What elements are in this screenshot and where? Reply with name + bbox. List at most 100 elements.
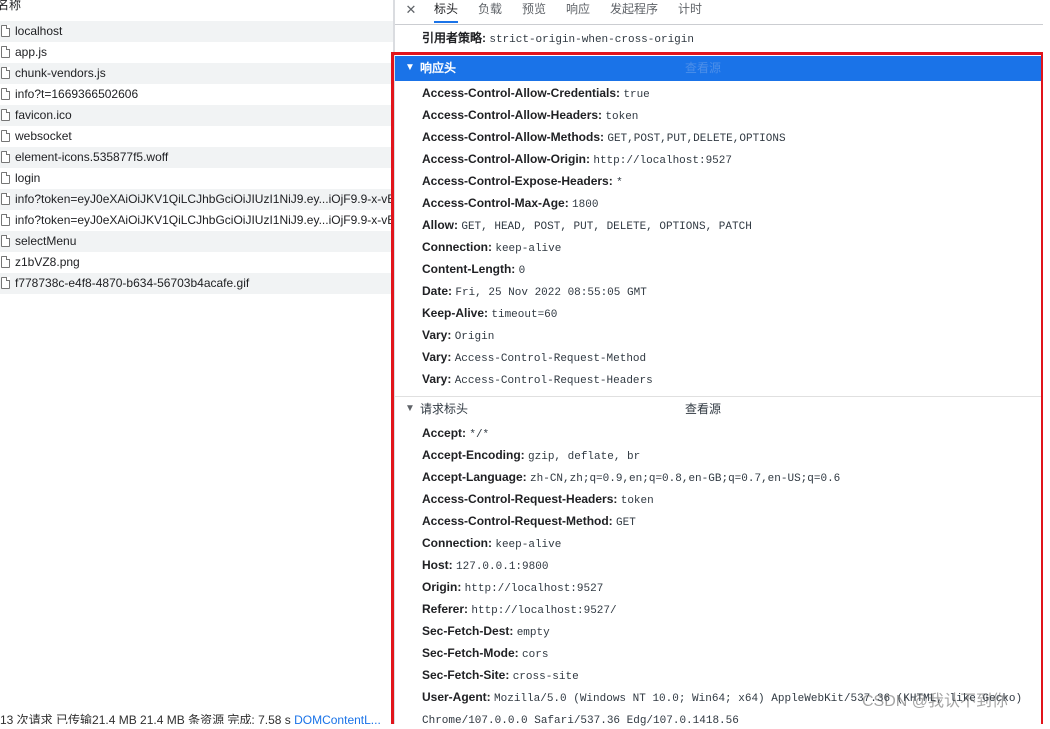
request-row[interactable]: favicon.ico [0,105,393,126]
header-value: cross-site [512,671,579,683]
response-headers-title: 响应头 [420,61,457,75]
header-row: Accept: */* [422,425,489,443]
request-row[interactable]: login [0,168,393,189]
tab-payload[interactable]: 负载 [478,1,502,23]
watermark: CSDN @我认不到你 [862,693,1009,710]
file-icon [1,214,10,226]
file-icon [1,109,10,121]
header-key: Accept-Encoding: [422,448,525,462]
tab-timing[interactable]: 计时 [678,1,702,23]
header-row: Referer: http://localhost:9527/ [422,601,617,619]
view-source-link[interactable]: 查看源 [685,402,721,417]
header-row: Accept-Encoding: gzip, deflate, br [422,447,640,465]
header-row: Access-Control-Request-Method: GET [422,513,636,531]
header-key: Origin: [422,580,462,594]
request-name: localhost [15,24,63,38]
header-key: Vary: [422,350,452,364]
header-value: * [616,177,623,189]
header-value: 1800 [572,199,599,211]
header-key: Host: [422,558,453,572]
tab-response[interactable]: 响应 [566,1,590,23]
file-icon [1,130,10,142]
header-key: Sec-Fetch-Mode: [422,646,519,660]
header-key: Accept-Language: [422,470,527,484]
header-key: Access-Control-Expose-Headers: [422,174,613,188]
close-icon[interactable]: ✕ [403,2,419,18]
header-key: User-Agent: [422,690,491,704]
request-name: info?t=1669366502606 [15,87,139,101]
request-row[interactable]: info?t=1669366502606 [0,84,393,105]
name-column-header[interactable]: 名称 [0,0,393,14]
tab-headers[interactable]: 标头 [434,1,459,23]
request-name: websocket [15,129,72,143]
header-key: Vary: [422,372,452,386]
header-value: empty [516,627,550,639]
request-row[interactable]: localhost [0,21,393,42]
header-key: Date: [422,284,453,298]
request-headers-title: 请求标头 [420,402,469,416]
request-row[interactable]: selectMenu [0,231,393,252]
header-key: Access-Control-Allow-Origin: [422,152,591,166]
request-name: element-icons.535877f5.woff [15,150,169,164]
request-name: selectMenu [15,234,77,248]
request-row[interactable]: element-icons.535877f5.woff [0,147,393,168]
header-value: token [605,111,639,123]
tab-preview[interactable]: 预览 [522,1,546,23]
file-icon [1,193,10,205]
request-name: favicon.ico [15,108,72,122]
header-value: 127.0.0.1:9800 [456,561,549,573]
request-headers-section-header[interactable]: ▼ 请求标头 查看源 [395,396,1046,422]
file-icon [1,235,10,247]
file-icon [1,25,10,37]
header-row: Vary: Origin [422,327,494,345]
request-row[interactable]: info?token=eyJ0eXAiOiJKV1QiLCJhbGciOiJIU… [0,210,393,231]
details-tab-bar: ✕ 标头 负载 预览 响应 发起程序 计时 [395,0,1050,25]
header-value: true [623,89,650,101]
header-row: Connection: keep-alive [422,535,561,553]
request-row[interactable]: app.js [0,42,393,63]
header-value: keep-alive [495,243,562,255]
request-row[interactable]: info?token=eyJ0eXAiOiJKV1QiLCJhbGciOiJIU… [0,189,393,210]
expand-triangle-icon: ▼ [405,403,415,414]
file-icon [1,256,10,268]
header-key: Referer: [422,602,469,616]
header-row: Host: 127.0.0.1:9800 [422,557,548,575]
header-key: Access-Control-Allow-Credentials: [422,86,621,100]
header-row: Vary: Access-Control-Request-Headers [422,371,653,389]
status-bar: 13 次请求 已传输21.4 MB 21.4 MB 条资源 完成: 7.58 s… [0,710,393,724]
header-value: Origin [454,331,495,343]
header-row: Access-Control-Allow-Credentials: true [422,85,650,103]
scrollbar[interactable] [1043,0,1050,724]
header-row: Access-Control-Allow-Methods: GET,POST,P… [422,129,786,147]
header-key: Access-Control-Request-Headers: [422,492,618,506]
request-row[interactable]: z1bVZ8.png [0,252,393,273]
status-summary: 13 次请求 已传输21.4 MB 21.4 MB 条资源 完成: 7.58 s [0,713,295,724]
header-key: Access-Control-Allow-Headers: [422,108,603,122]
header-value: GET, HEAD, POST, PUT, DELETE, OPTIONS, P… [461,221,752,233]
header-value: http://localhost:9527 [464,583,604,595]
view-source-link[interactable]: 查看源 [685,61,721,76]
request-row[interactable]: websocket [0,126,393,147]
header-key: 引用者策略: [422,31,486,45]
request-row[interactable]: chunk-vendors.js [0,63,393,84]
header-key: Accept: [422,426,467,440]
domcontentloaded-link[interactable]: DOMContentL... [294,713,381,724]
header-value: http://localhost:9527 [593,155,732,167]
header-row: Date: Fri, 25 Nov 2022 08:55:05 GMT [422,283,647,301]
header-value: GET [616,517,636,529]
header-key: Access-Control-Max-Age: [422,196,569,210]
header-value: Chrome/107.0.0.0 Safari/537.36 Edg/107.0… [422,715,739,727]
request-name: login [15,171,41,185]
header-value: timeout=60 [491,309,558,321]
header-row: Content-Length: 0 [422,261,525,279]
expand-triangle-icon: ▼ [405,62,415,73]
file-icon [1,67,10,79]
tab-initiator[interactable]: 发起程序 [610,1,658,23]
request-row[interactable]: f778738c-e4f8-4870-b634-56703b4acafe.gif [0,273,393,294]
header-value: zh-CN,zh;q=0.9,en;q=0.8,en-GB;q=0.7,en-U… [530,473,841,485]
name-column-label: 名称 [0,0,22,12]
response-headers-section-header[interactable]: ▼ 响应头 查看源 [395,56,1046,81]
header-row: Allow: GET, HEAD, POST, PUT, DELETE, OPT… [422,217,752,235]
header-row: Vary: Access-Control-Request-Method [422,349,646,367]
header-row: Sec-Fetch-Mode: cors [422,645,548,663]
